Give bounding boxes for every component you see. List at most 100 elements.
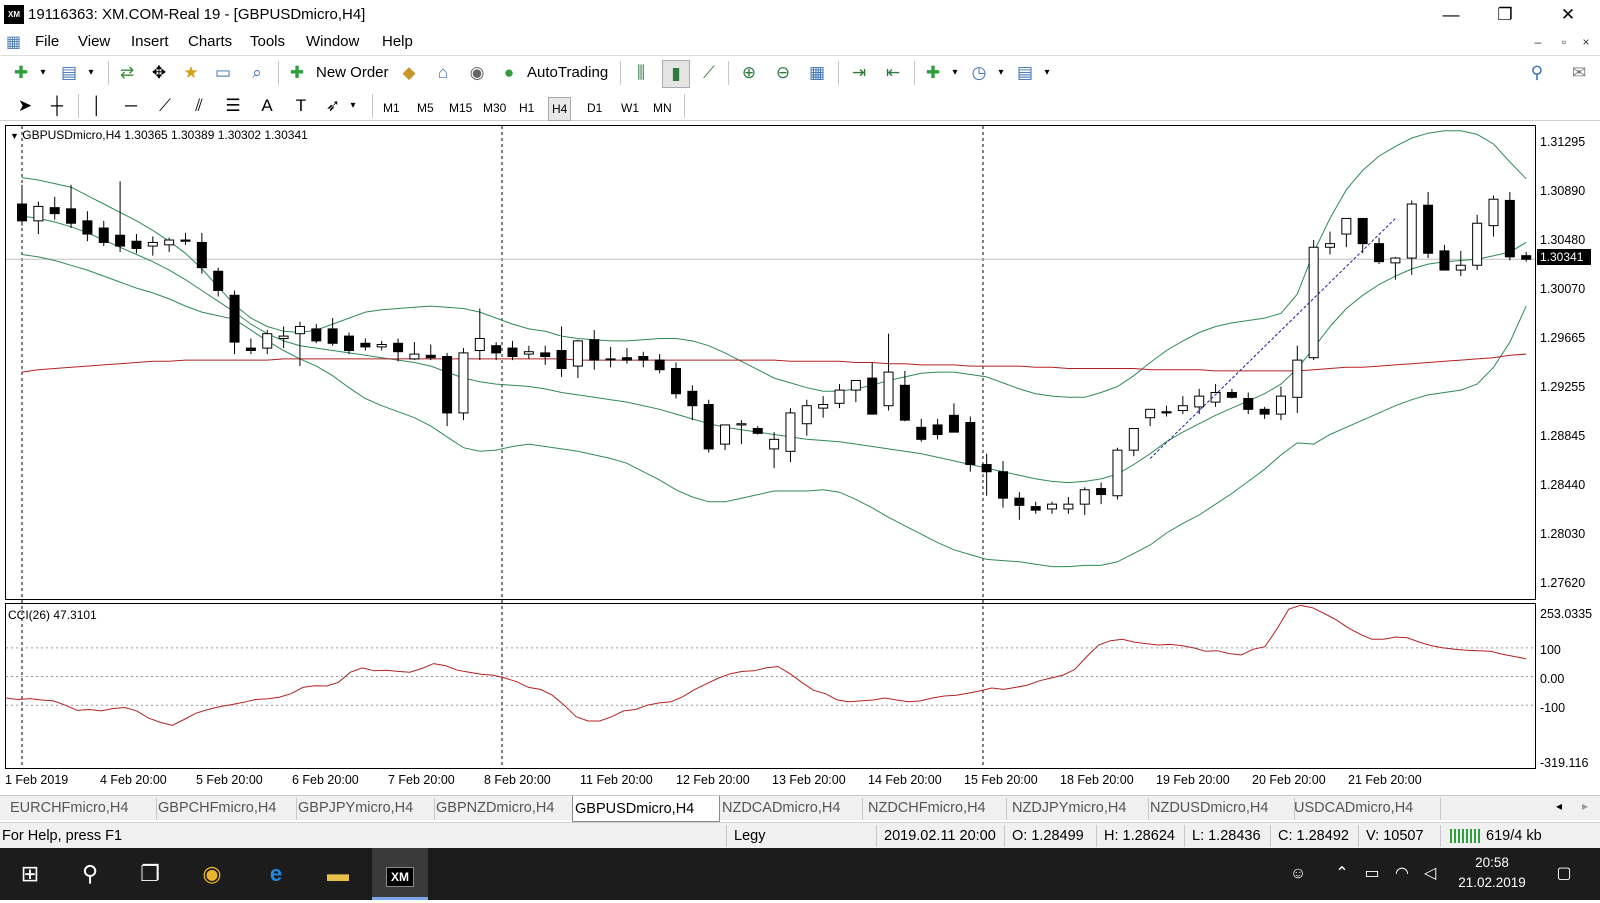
tab-usdcad[interactable]: USDCADmicro,H4	[1292, 798, 1441, 820]
zoom-in-icon[interactable]: ⊕	[736, 60, 762, 86]
tabs-scroll-right-icon[interactable]: ▸	[1582, 799, 1588, 813]
tab-eurchf[interactable]: EURCHFmicro,H4	[8, 798, 157, 820]
dropdown-arrow-icon[interactable]: ▾	[988, 60, 1014, 86]
market-icon[interactable]: ⌂	[430, 60, 456, 86]
mdi-minimize-button[interactable]: –	[1528, 32, 1548, 52]
dropdown-arrow-icon[interactable]: ▾	[78, 60, 104, 86]
menu-window[interactable]: Window	[306, 33, 359, 50]
tab-nzdcad[interactable]: NZDCADmicro,H4	[720, 798, 863, 820]
people-icon[interactable]: ☺	[1286, 862, 1310, 886]
market-watch-icon[interactable]: ⇄	[114, 60, 140, 86]
trendline-icon[interactable]: ⟋	[152, 93, 178, 119]
tab-nzdjpy[interactable]: NZDJPYmicro,H4	[1010, 798, 1149, 820]
crosshair-nav-icon[interactable]: ✥	[146, 60, 172, 86]
tile-windows-icon[interactable]: ▦	[804, 60, 830, 86]
wifi-icon[interactable]: ◠	[1390, 862, 1414, 886]
metaeditor-icon[interactable]: ◆	[396, 60, 422, 86]
navigator-icon[interactable]: ★	[178, 60, 204, 86]
dropdown-arrow-icon[interactable]: ▾	[30, 60, 56, 86]
fibonacci-icon[interactable]: ☰	[220, 93, 246, 119]
timeframe-m1[interactable]: M1	[380, 97, 403, 119]
timeframe-d1[interactable]: D1	[584, 97, 605, 119]
autoscroll-icon[interactable]: ⇥	[846, 60, 872, 86]
edge-icon[interactable]: e	[248, 848, 304, 900]
file-explorer-icon[interactable]: ▬	[310, 848, 366, 900]
chart-ohlc-info: ▼ GBPUSDmicro,H4 1.30365 1.30389 1.30302…	[10, 128, 308, 142]
autotrading-icon[interactable]: ●	[496, 60, 522, 86]
menu-file[interactable]: File	[35, 33, 59, 50]
price-axis-label: 1.30070	[1540, 282, 1586, 296]
tabs-scroll-left-icon[interactable]: ◂	[1556, 799, 1562, 813]
equidistant-channel-icon[interactable]: ⫽	[186, 93, 212, 119]
timeframe-m5[interactable]: M5	[414, 97, 437, 119]
taskbar-clock-time[interactable]: 20:58	[1456, 855, 1528, 870]
dropdown-arrow-icon[interactable]: ▾	[942, 60, 968, 86]
chrome-icon[interactable]: ◉	[184, 848, 240, 900]
chart-menu-icon[interactable]: ▼	[10, 131, 19, 141]
taskbar-clock-date[interactable]: 21.02.2019	[1452, 875, 1532, 890]
tab-gbpnzd[interactable]: GBPNZDmicro,H4	[434, 798, 577, 820]
signals-icon[interactable]: ◉	[464, 60, 490, 86]
cursor-arrow-icon[interactable]: ➤	[12, 93, 38, 119]
chart-shift-icon[interactable]: ⇤	[880, 60, 906, 86]
timeframe-mn[interactable]: MN	[650, 97, 675, 119]
cci-indicator-panel[interactable]	[5, 603, 1536, 769]
cci-axis-label: 253.0335	[1540, 607, 1593, 621]
mdi-restore-button[interactable]: ▫	[1554, 32, 1574, 52]
text-icon[interactable]: A	[254, 93, 280, 119]
menu-help[interactable]: Help	[382, 33, 413, 50]
new-order-button[interactable]: New Order	[316, 64, 389, 81]
menu-charts[interactable]: Charts	[188, 33, 232, 50]
candlestick-chart-icon[interactable]: ▮	[662, 60, 690, 88]
line-chart-icon[interactable]: ⟋	[696, 60, 722, 86]
mdi-close-button[interactable]: ×	[1576, 32, 1596, 52]
xm-terminal-taskbar-button[interactable]: XM	[372, 848, 428, 900]
tab-gbpchf[interactable]: GBPCHFmicro,H4	[156, 798, 297, 820]
price-axis-label: 1.28845	[1540, 429, 1586, 443]
timeframe-w1[interactable]: W1	[618, 97, 642, 119]
battery-icon[interactable]: ▭	[1360, 862, 1384, 886]
maximize-button[interactable]: ❐	[1482, 0, 1528, 30]
new-order-icon[interactable]: ✚	[284, 60, 310, 86]
notifications-icon[interactable]: ▢	[1552, 862, 1576, 886]
dropdown-arrow-icon[interactable]: ▾	[1034, 60, 1060, 86]
search-icon[interactable]: ⚲	[62, 848, 118, 900]
status-high: H: 1.28624	[1104, 828, 1175, 844]
timeframe-h4[interactable]: H4	[548, 97, 572, 121]
chat-icon[interactable]: ✉	[1566, 60, 1592, 86]
timeframe-m30[interactable]: M30	[480, 97, 509, 119]
dropdown-arrow-icon[interactable]: ▾	[340, 93, 366, 119]
tab-nzdchf[interactable]: NZDCHFmicro,H4	[866, 798, 1007, 820]
status-volume: V: 10507	[1366, 828, 1424, 844]
search-icon[interactable]: ⚲	[1524, 60, 1550, 86]
connection-bars-icon	[1450, 829, 1480, 843]
tab-gbpusd[interactable]: GBPUSDmicro,H4	[572, 796, 720, 822]
minimize-button[interactable]: —	[1428, 0, 1474, 30]
close-button[interactable]: ✕	[1545, 0, 1591, 30]
terminal-icon[interactable]: ▭	[210, 60, 236, 86]
tab-nzdusd[interactable]: NZDUSDmicro,H4	[1148, 798, 1295, 820]
tab-gbpjpy[interactable]: GBPJPYmicro,H4	[296, 798, 435, 820]
menu-view[interactable]: View	[78, 33, 110, 50]
windows-start-icon[interactable]: ⊞	[2, 848, 58, 900]
chevron-up-icon[interactable]: ⌃	[1330, 862, 1354, 886]
timeframe-h1[interactable]: H1	[516, 97, 537, 119]
menu-tools[interactable]: Tools	[250, 33, 285, 50]
crosshair-icon[interactable]: ┼	[44, 93, 70, 119]
cci-info-text: CCI(26) 47.3101	[8, 608, 97, 622]
price-axis-label: 1.28440	[1540, 478, 1586, 492]
strategy-tester-icon[interactable]: ⌕	[244, 60, 270, 86]
autotrading-button[interactable]: AutoTrading	[527, 64, 608, 81]
chart-window-icon[interactable]: ▦	[6, 32, 21, 52]
menu-insert[interactable]: Insert	[131, 33, 169, 50]
vertical-line-icon[interactable]: │	[84, 93, 110, 119]
status-separator	[1096, 825, 1097, 847]
bar-chart-icon[interactable]: ⫼	[628, 60, 654, 86]
price-chart-panel[interactable]	[5, 125, 1536, 600]
text-label-icon[interactable]: T	[288, 93, 314, 119]
volume-icon[interactable]: ◁	[1418, 862, 1442, 886]
task-view-icon[interactable]: ❐	[122, 848, 178, 900]
horizontal-line-icon[interactable]: ─	[118, 93, 144, 119]
zoom-out-icon[interactable]: ⊖	[770, 60, 796, 86]
timeframe-m15[interactable]: M15	[446, 97, 475, 119]
